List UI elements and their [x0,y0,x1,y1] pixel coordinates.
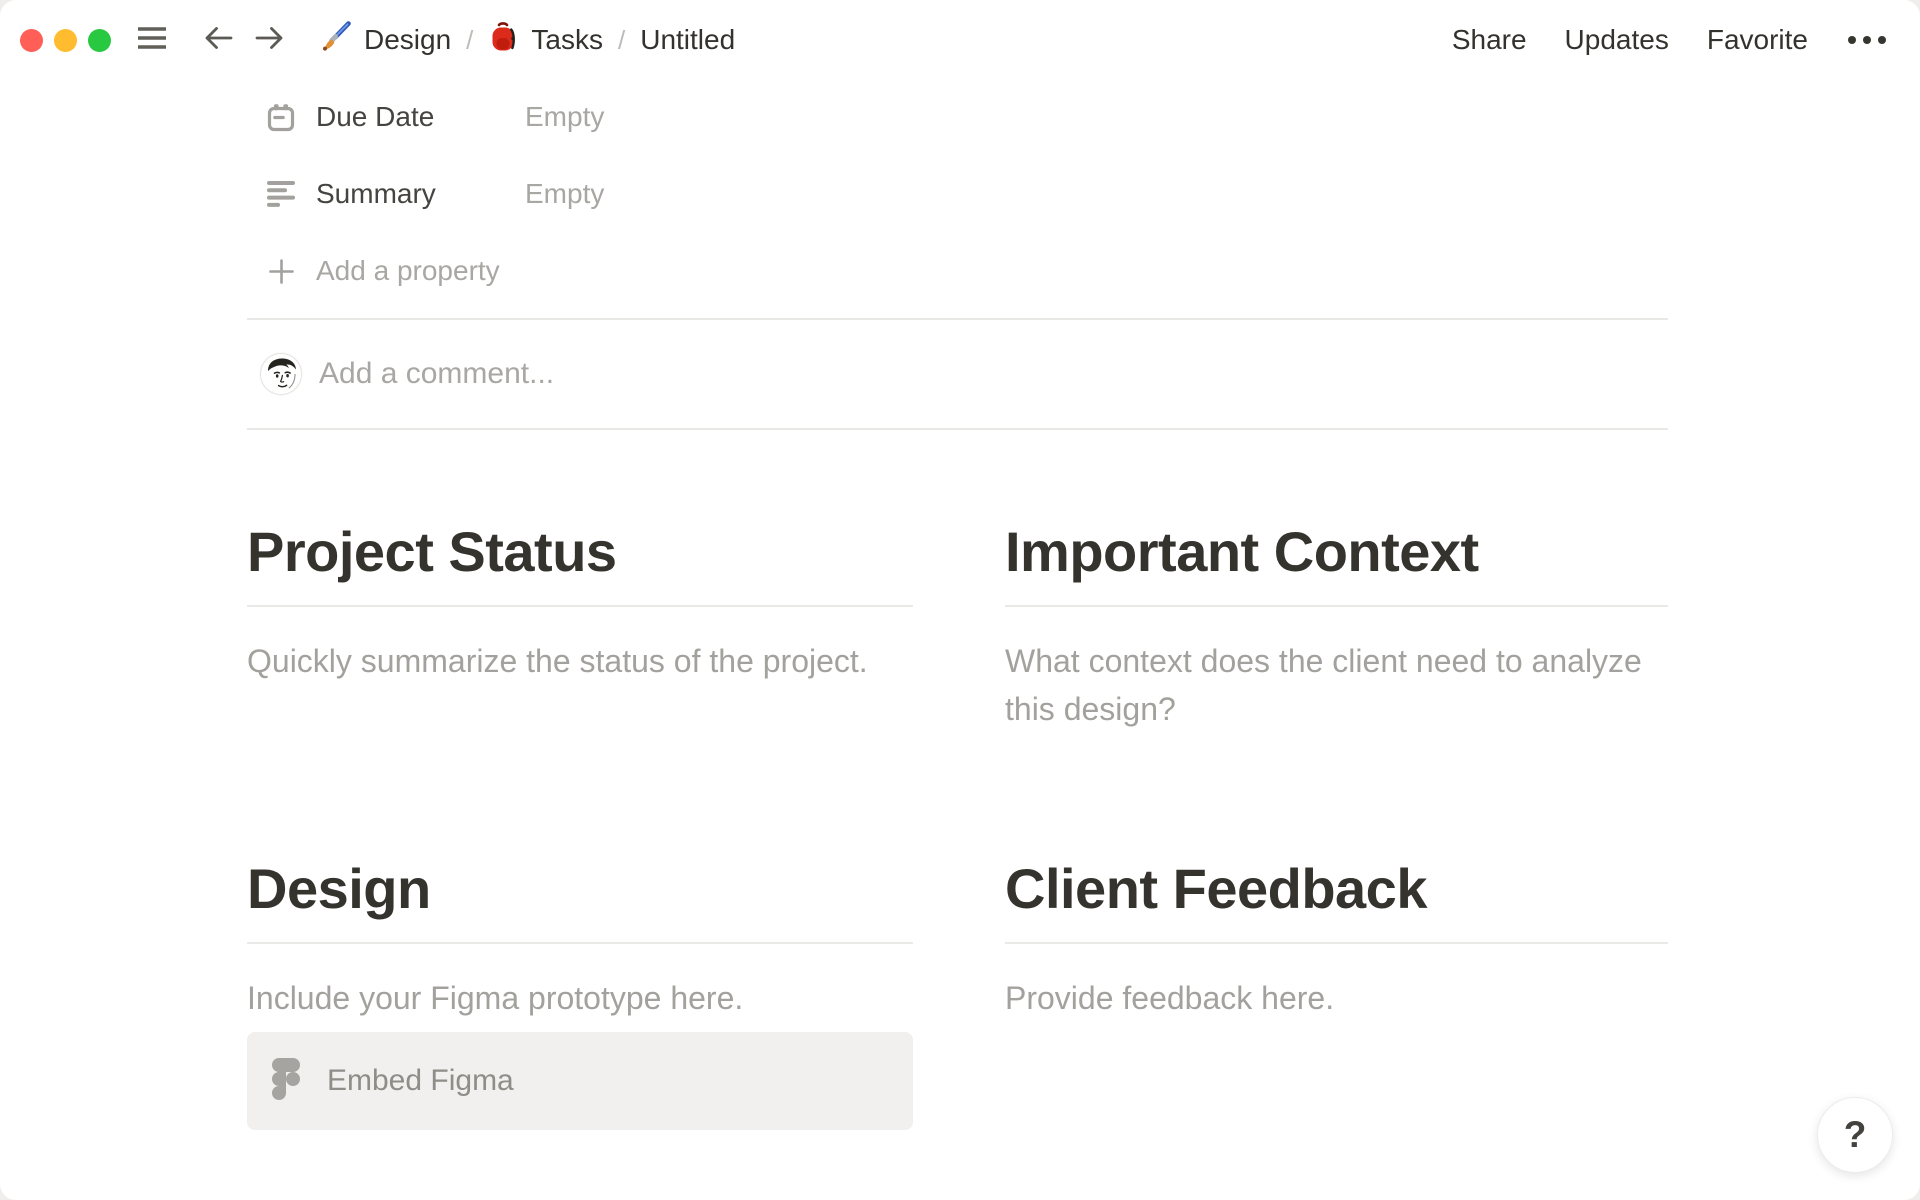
section-divider [1005,605,1668,607]
breadcrumb-item-tasks[interactable]: Tasks [488,21,603,60]
calendar-icon [265,102,297,133]
section-project-status: Project Status Quickly summarize the sta… [247,519,913,733]
more-options-button[interactable] [1846,32,1888,48]
section-divider [247,942,913,944]
breadcrumb-label: Tasks [531,24,603,55]
user-avatar [260,353,302,395]
breadcrumb-separator: / [466,24,474,55]
backpack-icon [488,21,518,60]
forward-button[interactable] [254,25,285,56]
property-value[interactable]: Empty [525,178,604,210]
property-value[interactable]: Empty [525,101,604,133]
history-navigation [203,25,285,56]
section-client-feedback: Client Feedback Provide feedback here. [1005,856,1668,1130]
minimize-button[interactable] [54,28,77,52]
add-property-button[interactable]: Add a property [247,239,1668,303]
hamburger-icon [135,25,169,56]
topbar-actions: Share Updates Favorite [1452,24,1888,56]
topbar: Design / Tasks / Untitled Share Updates … [0,0,1920,80]
section-title[interactable]: Design [247,856,913,922]
sections-grid: Project Status Quickly summarize the sta… [247,519,1668,1130]
embed-figma-label: Embed Figma [327,1064,514,1097]
question-mark-icon: ? [1843,1114,1867,1155]
section-body[interactable]: Include your Figma prototype here. [247,974,913,1022]
updates-button[interactable]: Updates [1565,24,1669,56]
breadcrumb-label: Design [364,24,452,55]
breadcrumb-item-design[interactable]: Design [319,20,452,60]
section-important-context: Important Context What context does the … [1005,519,1668,733]
embed-figma-button[interactable]: Embed Figma [247,1032,913,1130]
property-label: Due Date [316,101,435,132]
property-row-due-date[interactable]: Due Date Empty [247,85,1668,149]
section-body[interactable]: What context does the client need to ana… [1005,637,1668,733]
close-button[interactable] [20,28,43,52]
section-divider [247,605,913,607]
comment-input[interactable]: Add a comment... [319,357,554,391]
comment-row: Add a comment... [247,320,1668,428]
divider [247,428,1668,430]
property-list: Due Date Empty Summary Empty [247,85,1668,226]
section-title[interactable]: Project Status [247,519,913,585]
zoom-button[interactable] [88,28,111,52]
share-button[interactable]: Share [1452,24,1527,56]
page-content: Due Date Empty Summary Empty Add a prope… [0,85,1668,1130]
breadcrumb: Design / Tasks / Untitled [319,20,735,60]
property-row-summary[interactable]: Summary Empty [247,162,1668,226]
back-button[interactable] [203,25,234,56]
sidebar-menu-button[interactable] [135,25,169,56]
breadcrumb-item-untitled[interactable]: Untitled [640,24,735,56]
section-title[interactable]: Important Context [1005,519,1668,585]
paintbrush-icon [319,20,351,60]
section-body[interactable]: Provide feedback here. [1005,974,1668,1022]
help-button[interactable]: ? [1817,1097,1893,1173]
arrow-right-icon [254,25,285,56]
window-controls [20,28,111,52]
plus-icon [265,258,297,285]
add-property-label: Add a property [316,255,500,286]
favorite-button[interactable]: Favorite [1707,24,1808,56]
app-window: Design / Tasks / Untitled Share Updates … [0,0,1920,1200]
breadcrumb-separator: / [617,24,626,55]
section-body[interactable]: Quickly summarize the status of the proj… [247,637,913,685]
breadcrumb-label: Untitled [640,24,736,55]
more-options-icon [1848,36,1856,44]
section-design: Design Include your Figma prototype here… [247,856,913,1130]
figma-icon [272,1057,300,1105]
section-title[interactable]: Client Feedback [1005,856,1668,922]
arrow-left-icon [203,25,234,56]
property-label: Summary [316,178,436,209]
text-lines-icon [265,180,297,209]
section-divider [1005,942,1668,944]
